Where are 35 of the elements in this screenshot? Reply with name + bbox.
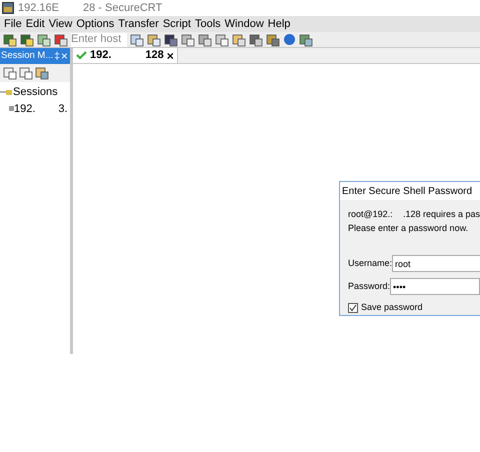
menu-item[interactable]: Transfer	[118, 16, 159, 32]
app-icon	[2, 2, 14, 14]
host-field[interactable]: Enter host	[71, 32, 127, 46]
check-icon	[76, 51, 87, 60]
menu-item[interactable]: Window	[224, 16, 264, 32]
password-field[interactable]: ••••	[390, 278, 480, 295]
dialog-title: Enter Secure Shell Password	[342, 184, 472, 198]
close-button[interactable]: ×	[166, 50, 174, 62]
tab-label: 192.	[90, 48, 112, 64]
message-text: root@192.:	[348, 208, 393, 221]
window-title: 192.16E	[18, 0, 59, 16]
session-tab[interactable]: 192. 128 ×	[73, 48, 178, 63]
menu-item[interactable]: Edit	[26, 16, 45, 32]
tree-item[interactable]: Sessions	[13, 84, 58, 100]
menu-item[interactable]: File	[4, 16, 22, 32]
expander-icon[interactable]	[0, 89, 6, 96]
field-label: Username:	[348, 256, 392, 270]
menu-item[interactable]: Script	[162, 16, 191, 32]
tab-label: 128	[145, 48, 164, 64]
tree-item[interactable]: 3.	[58, 100, 68, 117]
username-field[interactable]: root	[392, 255, 480, 272]
window-title: 28 - SecureCRT	[82, 0, 162, 16]
menu-item[interactable]: Help	[268, 16, 290, 32]
message-text: .128 requires a pas	[402, 208, 480, 221]
pin-button[interactable]: ‡	[54, 48, 60, 64]
field-label: Password:	[348, 280, 390, 293]
menu-item[interactable]: View	[48, 16, 72, 32]
panel-title: Session M...	[1, 48, 54, 63]
close-button[interactable]: ×	[60, 50, 68, 62]
checkbox-label: Save password	[361, 301, 423, 314]
save-checkbox[interactable]	[348, 302, 358, 313]
message-text: Please enter a password now.	[348, 222, 468, 232]
tree-item[interactable]: 192.	[14, 100, 36, 117]
menu-item[interactable]: Options	[76, 16, 114, 32]
menu-item[interactable]: Tools	[194, 16, 221, 32]
